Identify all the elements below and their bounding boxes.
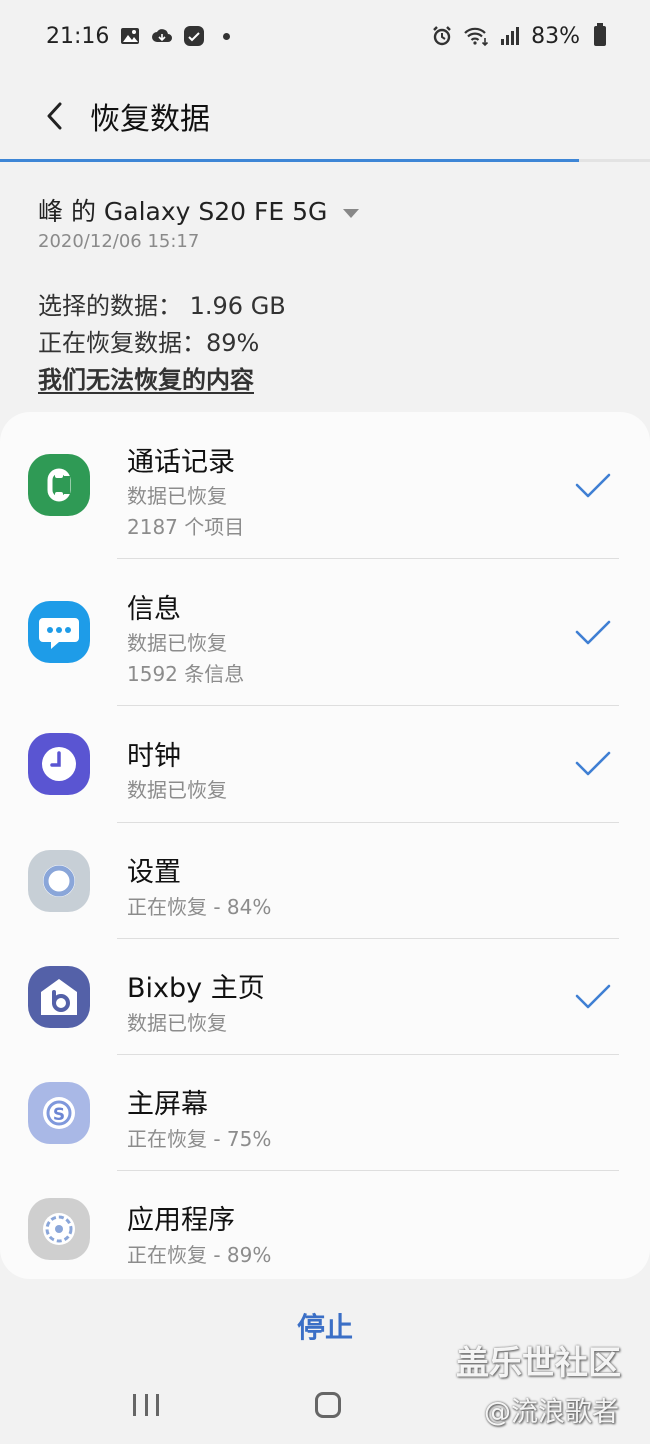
battery-percent: 83% (531, 23, 580, 49)
dropdown-arrow-icon (343, 208, 360, 218)
home-button[interactable] (315, 1392, 341, 1418)
app-header: 恢复数据 (0, 72, 650, 160)
status-right: 83% (431, 23, 606, 49)
status-left: 21:16 (46, 23, 231, 49)
list-item[interactable]: 设置 正在恢复 - 84% (0, 823, 650, 939)
item-title: 主屏幕 (127, 1089, 208, 1120)
list-item[interactable]: Bixby 主页 数据已恢复 (0, 939, 650, 1055)
selected-data-size: 选择的数据： 1.96 GB (38, 292, 286, 320)
status-bar: 21:16 83% (0, 0, 650, 72)
check-icon (575, 984, 611, 1009)
signal-icon (501, 27, 520, 45)
item-status: 数据已恢复 (127, 631, 227, 655)
item-status: 数据已恢复 (127, 484, 227, 508)
item-title: Bixby 主页 (127, 973, 265, 1004)
item-title: 通话记录 (127, 447, 235, 478)
apps-icon (28, 1198, 90, 1260)
item-detail: 2187 个项目 (127, 515, 245, 539)
bixby-icon (28, 966, 90, 1028)
item-status: 正在恢复 - 89% (127, 1243, 272, 1267)
recent-apps-icon (133, 1394, 136, 1416)
clock-icon (28, 733, 90, 795)
item-title: 时钟 (127, 741, 181, 772)
cloud-icon (152, 29, 173, 42)
status-time: 21:16 (46, 23, 110, 49)
item-detail: 1592 条信息 (127, 662, 245, 686)
home-screen-icon: S (28, 1082, 90, 1144)
device-selector[interactable]: 峰 的 Galaxy S20 FE 5G (38, 192, 360, 228)
back-button[interactable] (38, 96, 70, 136)
list-item[interactable]: S 主屏幕 正在恢复 - 75% (0, 1055, 650, 1171)
recent-apps-button[interactable] (133, 1394, 159, 1416)
list-item[interactable]: 应用程序 正在恢复 - 89% (0, 1171, 650, 1279)
restore-items-card: 通话记录 数据已恢复 2187 个项目 信息 数据已恢复 1592 条信息 时钟… (0, 412, 650, 1279)
item-status: 正在恢复 - 84% (127, 895, 272, 919)
check-icon (575, 751, 611, 776)
app-icon (184, 26, 205, 46)
page-title: 恢复数据 (90, 102, 210, 137)
device-name: 峰 的 Galaxy S20 FE 5G (38, 197, 328, 226)
message-icon (28, 601, 90, 663)
item-title: 信息 (127, 594, 181, 625)
phone-icon (28, 454, 90, 516)
check-icon (575, 620, 611, 645)
list-item[interactable]: 时钟 数据已恢复 (0, 706, 650, 822)
chevron-left-icon (47, 102, 62, 130)
restore-status: 正在恢复数据：89% (38, 329, 260, 357)
image-icon (121, 28, 140, 44)
item-title: 应用程序 (127, 1205, 235, 1236)
watermark-text: 盖乐世社区 (456, 1343, 621, 1382)
navigation-bar (0, 1380, 650, 1432)
restore-progress-bar (0, 159, 650, 162)
check-icon (575, 473, 611, 498)
list-item[interactable]: 信息 数据已恢复 1592 条信息 (0, 559, 650, 706)
item-status: 正在恢复 - 75% (127, 1127, 272, 1151)
item-status: 数据已恢复 (127, 778, 227, 802)
item-title: 设置 (127, 857, 181, 888)
backup-date: 2020/12/06 15:17 (38, 231, 200, 252)
battery-icon (594, 23, 606, 46)
list-item[interactable]: 通话记录 数据已恢复 2187 个项目 (0, 412, 650, 559)
wifi-icon (464, 27, 489, 47)
svg-text:S: S (53, 1105, 65, 1125)
cant-restore-link[interactable]: 我们无法恢复的内容 (38, 360, 254, 395)
item-status: 数据已恢复 (127, 1011, 227, 1035)
gear-icon (28, 850, 90, 912)
restore-progress-fill (0, 159, 579, 162)
alarm-icon (433, 26, 451, 46)
notification-dot-icon (223, 32, 231, 40)
